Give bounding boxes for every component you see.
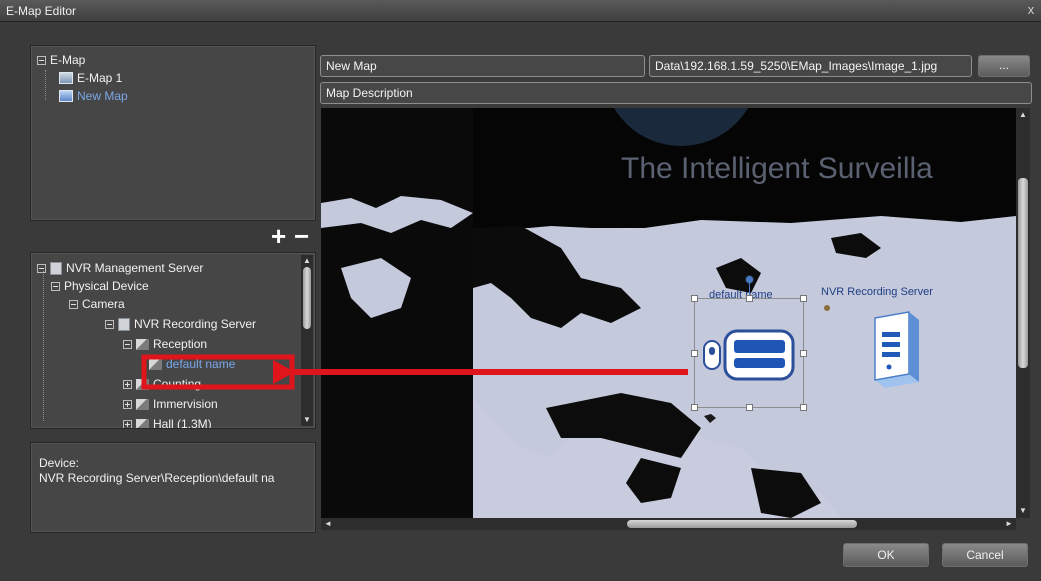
resize-handle[interactable] (746, 295, 753, 302)
rotate-handle-stem (749, 283, 750, 295)
node-label: Counting (153, 377, 202, 391)
emap-editor-window: E-Map Editor x E-Map E-Map 1 New Map + −… (0, 0, 1041, 581)
remove-map-button[interactable]: − (294, 223, 309, 249)
scroll-thumb[interactable] (627, 520, 857, 528)
tree-item-label: New Map (77, 89, 128, 103)
camera-icon (149, 358, 162, 370)
expand-icon[interactable] (123, 399, 132, 409)
tree-item-new-map[interactable]: New Map (59, 87, 128, 105)
resize-handle[interactable] (691, 350, 698, 357)
tree-item-emap-1[interactable]: E-Map 1 (59, 69, 122, 87)
device-node-physical-device[interactable]: Physical Device (51, 277, 149, 295)
scroll-thumb[interactable] (1018, 178, 1028, 368)
scroll-right-icon[interactable]: ► (1004, 519, 1014, 529)
map-banner-text: The Intelligent Surveilla (621, 152, 933, 185)
scroll-up-icon[interactable]: ▲ (302, 256, 312, 266)
device-node-management-server[interactable]: NVR Management Server (37, 259, 203, 277)
camera-icon (136, 338, 149, 350)
device-node-default-name[interactable]: default name (149, 355, 235, 373)
node-label: Camera (82, 297, 125, 311)
expand-icon[interactable] (123, 419, 132, 428)
device-tree-panel: NVR Management Server Physical Device Ca… (30, 252, 316, 429)
node-label: Immervision (153, 397, 218, 411)
node-label: NVR Management Server (66, 261, 204, 275)
map-device-nvr-server[interactable]: NVR Recording Server (821, 286, 951, 406)
device-info-path: NVR Recording Server\Reception\default n… (39, 471, 275, 485)
device-node-immervision[interactable]: Immervision (123, 395, 218, 413)
map-icon (59, 72, 73, 84)
expand-icon[interactable] (123, 379, 132, 389)
node-label: Physical Device (64, 279, 149, 293)
map-horizontal-scrollbar[interactable]: ◄ ► (321, 518, 1016, 530)
add-map-button[interactable]: + (271, 223, 286, 249)
map-description-field[interactable]: Map Description (320, 82, 1032, 104)
resize-handle[interactable] (746, 404, 753, 411)
device-node-camera[interactable]: Camera (69, 295, 125, 313)
tree-connector (43, 271, 44, 421)
map-canvas[interactable]: The Intelligent Surveilla default name N… (321, 108, 1016, 518)
collapse-icon[interactable] (69, 299, 78, 309)
browse-button[interactable]: ... (978, 55, 1030, 77)
status-dot-icon (824, 305, 830, 311)
tree-root-label: E-Map (50, 53, 86, 67)
scroll-up-icon[interactable]: ▲ (1018, 110, 1028, 120)
close-icon[interactable]: x (1023, 2, 1039, 18)
map-device-label: default name (709, 289, 773, 301)
node-label: default name (166, 357, 236, 371)
collapse-icon[interactable] (51, 281, 60, 291)
camera-icon (136, 418, 149, 428)
device-tree-scrollbar[interactable]: ▲ ▼ (301, 255, 313, 426)
resize-handle[interactable] (800, 295, 807, 302)
ok-button[interactable]: OK (843, 543, 929, 567)
map-device-default-name[interactable]: default name (691, 275, 807, 423)
map-tree-panel: E-Map E-Map 1 New Map (30, 45, 316, 221)
device-info-label: Device: (39, 456, 80, 470)
nvr-server-icon (874, 311, 919, 388)
camera-device-icon (703, 329, 795, 381)
map-name-field[interactable]: New Map (320, 55, 645, 77)
resize-handle[interactable] (800, 404, 807, 411)
camera-icon (136, 398, 149, 410)
device-info-panel: Device: NVR Recording Server\Reception\d… (30, 442, 316, 533)
collapse-icon[interactable] (37, 263, 46, 273)
device-node-counting[interactable]: Counting (123, 375, 201, 393)
collapse-icon[interactable] (37, 55, 46, 65)
map-device-label: NVR Recording Server (821, 286, 933, 298)
resize-handle[interactable] (691, 295, 698, 302)
collapse-icon[interactable] (123, 339, 132, 349)
title-bar: E-Map Editor x (0, 0, 1041, 22)
tree-item-label: E-Map 1 (77, 71, 123, 85)
device-node-reception[interactable]: Reception (123, 335, 207, 353)
resize-handle[interactable] (691, 404, 698, 411)
cancel-button[interactable]: Cancel (942, 543, 1028, 567)
device-node-hall[interactable]: Hall (1.3M) (123, 415, 212, 429)
map-icon (59, 90, 73, 102)
scroll-left-icon[interactable]: ◄ (323, 519, 333, 529)
camera-small-icon (704, 414, 716, 423)
map-image-path-text: Data\192.168.1.59_5250\EMap_Images\Image… (655, 59, 938, 73)
node-label: Reception (153, 337, 208, 351)
node-label: NVR Recording Server (134, 317, 257, 331)
map-image-path-field[interactable]: Data\192.168.1.59_5250\EMap_Images\Image… (649, 55, 972, 77)
server-icon (50, 261, 62, 275)
camera-icon (136, 378, 149, 390)
device-node-recording-server[interactable]: NVR Recording Server (105, 315, 256, 333)
node-label: Hall (1.3M) (153, 417, 212, 429)
map-vertical-scrollbar[interactable]: ▲ ▼ (1016, 108, 1030, 518)
tree-root-emap[interactable]: E-Map (37, 51, 85, 69)
scroll-down-icon[interactable]: ▼ (302, 415, 312, 425)
collapse-icon[interactable] (105, 319, 114, 329)
scroll-thumb[interactable] (303, 267, 311, 329)
tree-connector (45, 70, 46, 100)
resize-handle[interactable] (800, 350, 807, 357)
window-title: E-Map Editor (6, 4, 77, 18)
recording-server-icon (118, 317, 130, 331)
scroll-down-icon[interactable]: ▼ (1018, 506, 1028, 516)
